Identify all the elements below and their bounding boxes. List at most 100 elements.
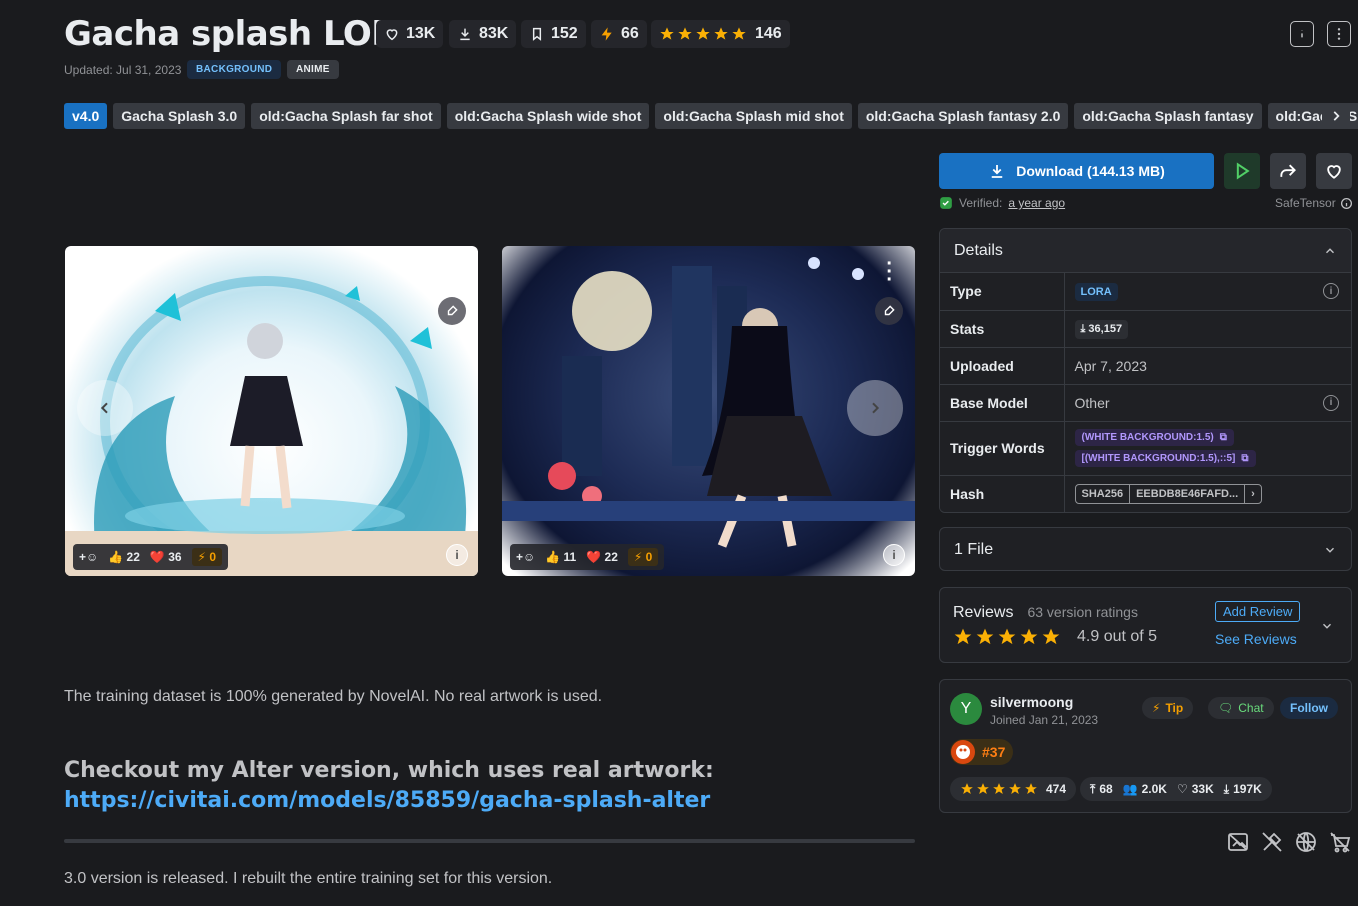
bookmarks-count: 152 [551,25,578,42]
files-panel[interactable]: 1 File [939,527,1352,571]
row-key: Uploaded [940,346,1065,384]
versions-scroll-right-button[interactable] [1322,103,1350,129]
info-icon[interactable] [1340,197,1353,210]
row-value: (WHITE BACKGROUND:1.5) ⧉ [(WHITE BACKGROU… [1064,420,1351,475]
reviews-panel: Reviews 63 version ratings 4.9 out of 5 … [939,587,1352,663]
shield-check-icon [940,197,952,209]
favorite-button[interactable] [1316,153,1352,189]
prev-image-button[interactable] [77,380,133,436]
hash-selector[interactable]: SHA256 EEBDB8E46FAFD... › [1074,483,1262,504]
creator-rank-badge[interactable]: #37 [950,739,1014,765]
buzz-reaction[interactable]: ⚡ 0 [191,548,222,566]
row-value: Other i [1064,383,1351,421]
run-button[interactable] [1224,153,1260,189]
chevron-down-icon[interactable] [1320,619,1334,633]
creator-rating: 474 [950,777,1077,801]
share-button[interactable] [1270,153,1306,189]
info-icon[interactable]: i [1323,283,1339,299]
buzz-count: 66 [621,25,639,42]
reviews-count: 63 version ratings [1027,604,1138,620]
more-options-button[interactable] [1327,21,1351,47]
gallery-image-1[interactable]: · · · +☺ 👍 22 ❤️ 36 ⚡ 0 i [65,246,478,576]
hash-type[interactable]: SHA256 [1076,485,1130,503]
image-info-button[interactable]: i [883,544,905,566]
version-tab[interactable]: old:Gacha Splash mid shot [655,103,852,129]
alter-version-link[interactable]: https://civitai.com/models/85859/gacha-s… [64,788,710,813]
description-paragraph: The training dataset is 100% generated b… [64,688,603,705]
tag-background[interactable]: BACKGROUND [187,60,282,79]
add-review-button[interactable]: Add Review [1215,601,1301,622]
version-tab[interactable]: v4.0 [64,103,108,129]
avatar[interactable]: Y [950,693,982,725]
tag-anime[interactable]: ANIME [287,60,339,79]
no-web-icon[interactable] [1294,830,1318,854]
buzz-stat[interactable]: 66 [591,20,647,48]
version-tab[interactable]: old:Gacha Splash wide shot [446,103,650,129]
likes-stat: ♡ 33K [1177,782,1214,796]
reactions-bar[interactable]: +☺ 👍 22 ❤️ 36 ⚡ 0 [73,544,228,570]
download-icon [460,28,470,41]
hash-value[interactable]: EEBDB8E46FAFD... [1129,484,1244,503]
tip-button[interactable]: ⚡ Tip [1142,697,1194,719]
chat-label: Chat [1238,701,1264,715]
info-button[interactable] [1290,21,1314,47]
likes-stat[interactable]: 13K [376,20,444,48]
star-icon [1042,628,1060,645]
followers-count: 2.0K [1141,782,1167,796]
follow-button[interactable]: Follow [1280,697,1338,719]
image-info-button[interactable]: i [446,544,468,566]
star-icon [961,783,973,794]
see-reviews-link[interactable]: See Reviews [1215,631,1297,647]
star-icon [954,628,972,645]
add-reaction-icon[interactable]: +☺ [516,550,535,564]
copy-icon[interactable]: ⧉ [1220,432,1227,443]
add-reaction-icon[interactable]: +☺ [79,550,98,564]
heart-count: 22 [604,550,618,564]
image-menu-icon[interactable]: · · · [886,254,893,290]
no-image-sell-icon[interactable] [1226,830,1250,854]
file-format: SafeTensor [1275,196,1353,210]
rank-value: #37 [982,744,1006,760]
remix-button[interactable] [438,297,466,325]
buzz-reaction[interactable]: ⚡ 0 [627,548,659,566]
reactions-bar[interactable]: +☺ 👍 11 ❤️ 22 ⚡ 0 [510,544,665,570]
gallery-image-2[interactable]: · · · +☺ 👍 11 ❤️ 22 ⚡ 0 i [502,246,915,576]
creator-name[interactable]: silvermoong [990,694,1073,710]
heart-icon [1327,165,1341,179]
details-header[interactable]: Details [940,229,1351,273]
trigger-word[interactable]: (WHITE BACKGROUND:1.5) ⧉ [1074,429,1234,446]
no-generation-icon[interactable] [1260,830,1284,854]
star-icon [1025,783,1037,794]
version-tab[interactable]: old:Gacha Splash far shot [251,103,441,129]
trigger-word[interactable]: [(WHITE BACKGROUND:1.5),::5] ⧉ [1074,450,1256,467]
users-icon: 👥 [1122,782,1138,796]
version-tab[interactable]: Gacha Splash 3.0 [113,103,246,129]
chat-button[interactable]: 🗨 Chat [1208,697,1274,719]
download-icon [991,165,1003,178]
heart-reaction[interactable]: ❤️ 36 [150,550,182,564]
info-icon[interactable]: i [1323,394,1339,411]
row-key: Stats [940,309,1065,347]
version-tab[interactable]: old:Gacha Splash fantasy [1074,103,1262,129]
next-image-button[interactable] [847,380,903,436]
rating-stat[interactable]: 146 [651,20,790,48]
palette-icon [951,740,975,764]
bookmarks-stat[interactable]: 152 [521,20,586,48]
verified-time[interactable]: a year ago [1008,196,1065,210]
star-icon [1009,783,1021,794]
like-reaction[interactable]: 👍 22 [108,550,140,564]
copy-icon[interactable]: ⧉ [1241,453,1248,464]
like-reaction[interactable]: 👍 11 [545,550,576,564]
bolt-icon [601,27,612,41]
download-button[interactable]: Download (144.13 MB) [939,153,1214,189]
chevron-right-icon[interactable]: › [1244,484,1261,503]
more-icon [1337,28,1341,40]
downloads-stat: ⤓ 197K [1224,782,1262,797]
heart-reaction[interactable]: ❤️ 22 [586,550,618,564]
details-panel: Details Type LORA i Stats ⤓ 36,157 Upload… [939,228,1352,513]
image-menu-icon[interactable]: · · · [449,254,456,290]
version-tab[interactable]: old:Gacha Splash fantasy 2.0 [857,103,1069,129]
no-commercial-icon[interactable] [1328,830,1352,854]
remix-button[interactable] [875,297,903,325]
followers-stat: 👥 2.0K [1123,782,1167,796]
